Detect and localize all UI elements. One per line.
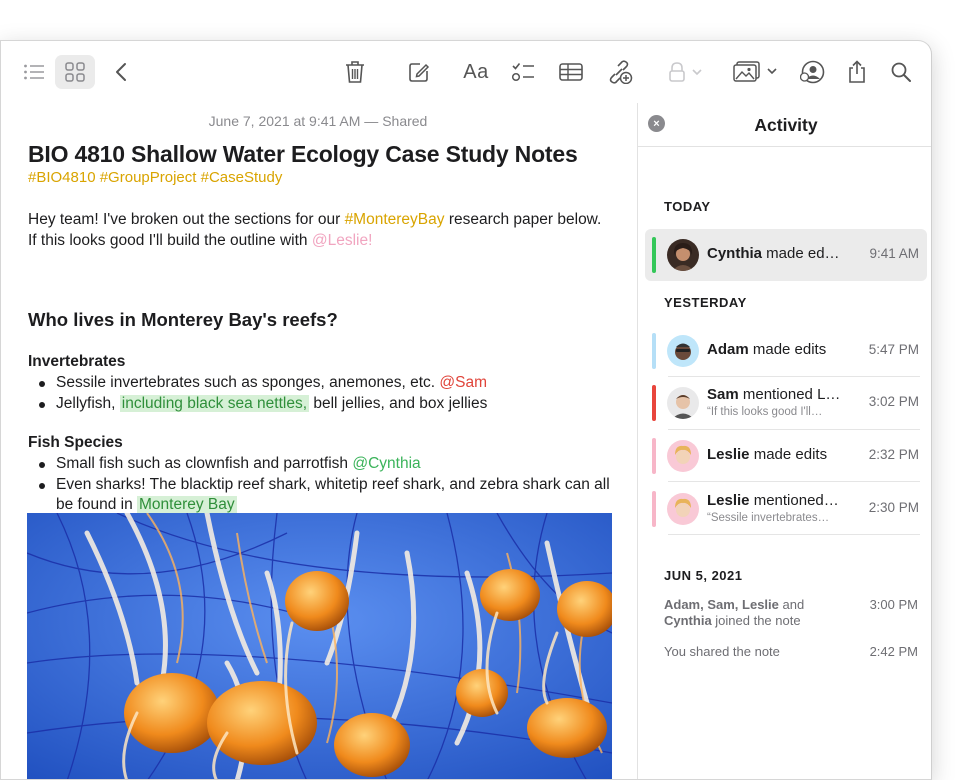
toolbar: Aa [1,41,931,103]
checklist-button[interactable] [510,57,536,87]
activity-color-bar [652,491,656,527]
invertebrates-heading: Invertebrates [28,353,126,370]
collaborate-button[interactable] [606,57,634,87]
activity-text: Leslie mentioned… [707,492,839,509]
activity-title: Activity [754,115,818,135]
activity-header: × Activity [638,103,931,147]
trash-icon [346,61,364,83]
avatar [667,239,699,271]
notes-window: Aa June 7, 2021 at 9:41 AM — Shared BIO … [0,40,932,780]
intro-text: Hey team! I've broken out the sections f… [28,211,345,228]
avatar [667,335,699,367]
activity-time: 3:00 PM [869,597,918,612]
intro-paragraph: Hey team! I've broken out the sections f… [28,209,612,251]
note-date: June 7, 2021 at 9:41 AM — Shared [208,113,428,129]
gallery-view-button[interactable] [55,55,95,89]
activity-text: Leslie made edits [707,446,828,463]
list-item: Sessile invertebrates such as sponges, a… [28,373,618,394]
format-button[interactable]: Aa [461,57,491,87]
format-label: Aa [463,60,489,83]
compose-button[interactable] [407,57,431,87]
search-button[interactable] [890,57,912,87]
compose-icon [409,63,430,82]
activity-subtext: “If this looks good I'll… [707,406,823,418]
share-icon [849,60,865,83]
list-item: Jellyfish, including black sea nettles, … [28,394,618,415]
list-item: Small fish such as clownfish and parrotf… [28,454,618,475]
section-today: TODAY [664,199,711,214]
note-title: BIO 4810 Shallow Water Ecology Case Stud… [28,141,578,167]
section-jun5: JUN 5, 2021 [664,568,743,583]
jellyfish-photo[interactable] [27,513,612,779]
mention-cynthia[interactable]: @Cynthia [352,455,420,472]
lock-icon [669,62,702,82]
divider [668,534,920,535]
lock-button[interactable] [668,57,706,87]
list-icon [24,64,44,80]
joined-text: Adam, Sam, Leslie and Cynthia joined the… [664,597,805,628]
person-circle-icon [800,60,825,84]
search-icon [891,62,911,82]
chevron-left-icon [116,63,126,81]
back-button[interactable] [111,57,131,87]
divider [668,481,920,482]
fish-heading: Fish Species [28,434,123,451]
older-activity-shared: You shared the note 2:42 PM [664,644,924,660]
jellyfish-image [27,513,612,779]
delete-button[interactable] [343,57,367,87]
mention-leslie[interactable]: @Leslie! [312,232,373,249]
activity-text: Cynthia made ed… [707,245,840,262]
avatar [667,493,699,525]
activity-color-bar [652,438,656,474]
media-button[interactable] [733,57,779,87]
highlighted-text[interactable]: Monterey Bay [137,496,237,513]
checklist-icon [511,63,534,82]
activity-text: Adam made edits [707,341,827,358]
shared-text: You shared the note [664,644,780,659]
activity-color-bar [652,385,656,421]
activity-item-sam[interactable]: Sam mentioned L… “If this looks good I'l… [645,377,927,429]
fish-list: Small fish such as clownfish and parrotf… [28,454,618,516]
grid-icon [65,62,85,82]
inline-tag[interactable]: #MontereyBay [345,211,445,228]
activity-time: 2:42 PM [869,644,918,659]
activity-time: 3:02 PM [868,394,919,409]
section-yesterday: YESTERDAY [664,295,747,310]
avatar [667,440,699,472]
older-activity-joined: Adam, Sam, Leslie and Cynthia joined the… [664,597,924,629]
activity-panel: × Activity TODAY Cynthia made ed… 9:41 A… [637,103,931,779]
activity-color-bar [652,333,656,369]
activity-item-cynthia[interactable]: Cynthia made ed… 9:41 AM [645,229,927,281]
activity-item-leslie[interactable]: Leslie made edits 2:32 PM [645,430,927,482]
activity-color-bar [652,237,656,273]
invertebrates-list: Sessile invertebrates such as sponges, a… [28,373,618,414]
activity-text: Sam mentioned L… [707,386,841,403]
share-collab-button[interactable] [799,57,827,87]
activity-time: 9:41 AM [869,246,919,261]
mention-sam[interactable]: @Sam [439,374,487,391]
avatar [667,387,699,419]
share-button[interactable] [846,57,868,87]
list-view-button[interactable] [21,57,47,87]
note-tags[interactable]: #BIO4810 #GroupProject #CaseStudy [28,169,282,186]
activity-time: 2:30 PM [868,500,919,515]
table-button[interactable] [558,57,584,87]
activity-time: 5:47 PM [868,342,919,357]
table-icon [559,63,583,81]
activity-time: 2:32 PM [868,447,919,462]
activity-item-adam[interactable]: Adam made edits 5:47 PM [645,325,927,377]
list-item: Even sharks! The blacktip reef shark, wh… [28,475,618,516]
activity-item-leslie-mention[interactable]: Leslie mentioned… “Sessile invertebrates… [645,483,927,535]
highlighted-text[interactable]: including black sea nettles, [119,394,310,412]
photo-icon [733,61,777,82]
activity-subtext: “Sessile invertebrates… [707,512,830,524]
section-heading: Who lives in Monterey Bay's reefs? [28,309,338,330]
collaborate-link-icon [609,60,633,84]
